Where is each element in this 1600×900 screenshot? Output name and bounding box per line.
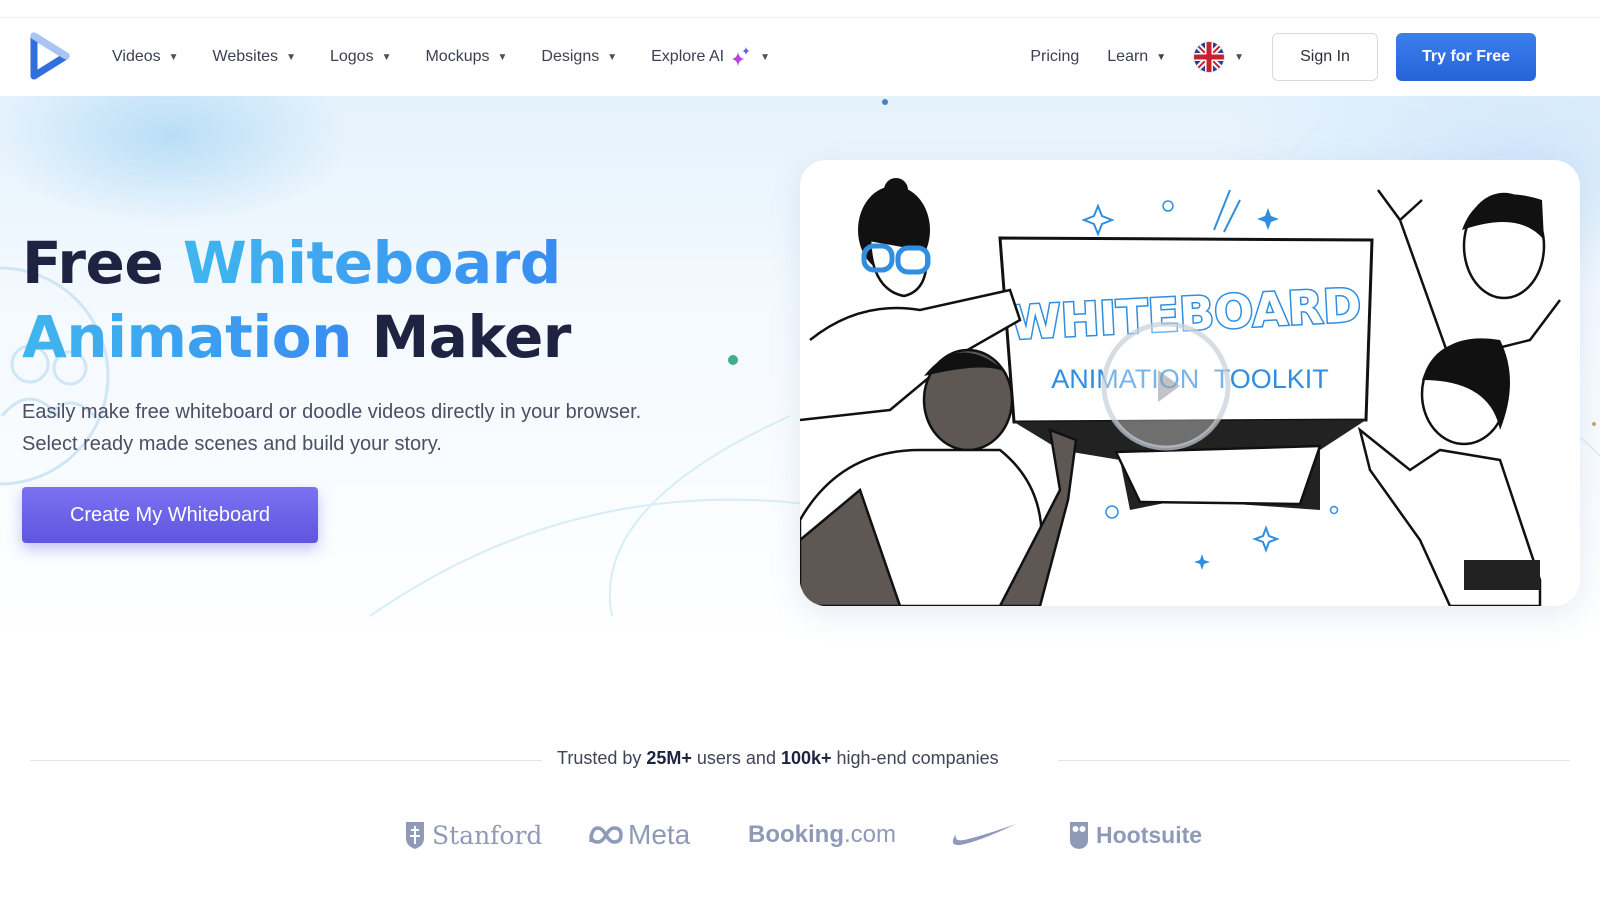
decor-dot xyxy=(882,99,888,105)
nav-label: Learn xyxy=(1107,48,1149,65)
nav-label: Websites xyxy=(212,48,279,65)
nav-item-websites[interactable]: Websites ▼ xyxy=(213,48,296,66)
subtitle-line: Easily make free whiteboard or doodle vi… xyxy=(22,401,642,423)
logo-text: Booking xyxy=(748,821,844,848)
whiteboard-illustration: WHITEBOARD ANIMATION TOOLKIT xyxy=(800,178,1561,606)
caret-down-icon: ▼ xyxy=(497,51,508,63)
subtitle-line: Select ready made scenes and build your … xyxy=(22,433,442,455)
nav-label: Pricing xyxy=(1030,48,1080,65)
caret-down-icon: ▼ xyxy=(760,51,770,63)
logo-booking: Booking .com xyxy=(748,815,896,855)
nav-item-videos[interactable]: Videos ▼ xyxy=(112,48,179,66)
trusted-suffix: high-end companies xyxy=(831,748,999,768)
logo-meta: Meta xyxy=(588,815,690,855)
company-count: 100k+ xyxy=(780,748,832,768)
user-count: 25M+ xyxy=(646,748,692,768)
sign-in-button[interactable]: Sign In xyxy=(1272,33,1378,81)
illustration-man-top-right xyxy=(1376,189,1561,362)
logo-nike xyxy=(948,815,1018,855)
decor-dot xyxy=(1592,422,1596,426)
caret-down-icon: ▼ xyxy=(1156,51,1167,63)
nav-right: Pricing Learn ▼ ▼ Sign In Try for Free xyxy=(1030,18,1600,96)
logo-text-suffix: .com xyxy=(844,821,897,848)
uk-flag-icon xyxy=(1194,42,1225,72)
language-selector[interactable]: ▼ xyxy=(1194,42,1244,72)
meta-infinity-icon xyxy=(589,826,623,844)
nav-link-learn[interactable]: Learn ▼ xyxy=(1107,48,1166,66)
logo-text: Hootsuite xyxy=(1096,821,1203,848)
caret-down-icon: ▼ xyxy=(607,51,618,63)
illustration-woman-pointing xyxy=(1357,338,1542,606)
brand-logo[interactable] xyxy=(30,32,70,80)
caret-down-icon: ▼ xyxy=(381,51,392,63)
trusted-middle: users and xyxy=(691,748,781,768)
hero-video-preview[interactable]: WHITEBOARD ANIMATION TOOLKIT xyxy=(800,160,1580,606)
logo-text: Stanford xyxy=(432,820,543,850)
logo-text: Meta xyxy=(628,819,691,850)
title-word-accent: Whiteboard xyxy=(182,229,561,297)
hero-section: Free Whiteboard Animation Maker Easily m… xyxy=(0,96,1600,656)
browser-top-strip xyxy=(0,0,1600,18)
play-icon[interactable] xyxy=(1101,321,1231,451)
client-logos: Stanford Meta Booking .com Hootsuite xyxy=(0,815,1600,855)
top-navbar: Videos ▼ Websites ▼ Logos ▼ Mockups ▼ De… xyxy=(0,18,1600,96)
caret-down-icon: ▼ xyxy=(1234,51,1244,63)
trusted-prefix: Trusted by xyxy=(557,748,647,768)
create-whiteboard-button[interactable]: Create My Whiteboard xyxy=(22,487,318,543)
nav-label: Explore AI xyxy=(651,48,725,65)
nav-item-designs[interactable]: Designs ▼ xyxy=(541,48,617,66)
title-word-dark: Free xyxy=(22,229,164,297)
main-nav: Videos ▼ Websites ▼ Logos ▼ Mockups ▼ De… xyxy=(112,18,804,96)
try-for-free-button[interactable]: Try for Free xyxy=(1396,33,1536,81)
sparkle-icon xyxy=(732,47,750,66)
stanford-tree-icon xyxy=(406,822,424,849)
nike-swoosh-icon xyxy=(952,824,1016,846)
hero-subtitle: Easily make free whiteboard or doodle vi… xyxy=(22,396,641,460)
logo-hootsuite: Hootsuite xyxy=(1068,815,1202,855)
nav-label: Mockups xyxy=(425,48,490,65)
caret-down-icon: ▼ xyxy=(168,51,179,63)
divider-line xyxy=(30,760,542,761)
caret-down-icon: ▼ xyxy=(286,51,296,63)
title-word-dark: Maker xyxy=(371,303,572,371)
hootsuite-owl-icon xyxy=(1070,822,1088,849)
nav-label: Videos xyxy=(112,48,161,65)
nav-item-logos[interactable]: Logos ▼ xyxy=(330,48,392,66)
nav-label: Designs xyxy=(541,48,600,65)
play-logo-icon xyxy=(30,32,70,80)
decor-dot xyxy=(728,355,738,365)
title-word-accent: Animation xyxy=(22,303,352,371)
nav-label: Logos xyxy=(329,48,374,65)
ribbon-banner xyxy=(1114,444,1322,506)
logo-stanford: Stanford xyxy=(404,815,542,855)
trusted-by-banner: Trusted by 25M+ users and 100k+ high-end… xyxy=(0,748,1600,772)
trusted-text: Trusted by 25M+ users and 100k+ high-end… xyxy=(557,748,999,769)
nav-link-pricing[interactable]: Pricing xyxy=(1030,48,1079,66)
divider-line xyxy=(1058,760,1570,761)
nav-item-mockups[interactable]: Mockups ▼ xyxy=(425,48,507,66)
hero-title: Free Whiteboard Animation Maker xyxy=(22,226,571,374)
nav-item-explore-ai[interactable]: Explore AI ▼ xyxy=(651,46,770,68)
